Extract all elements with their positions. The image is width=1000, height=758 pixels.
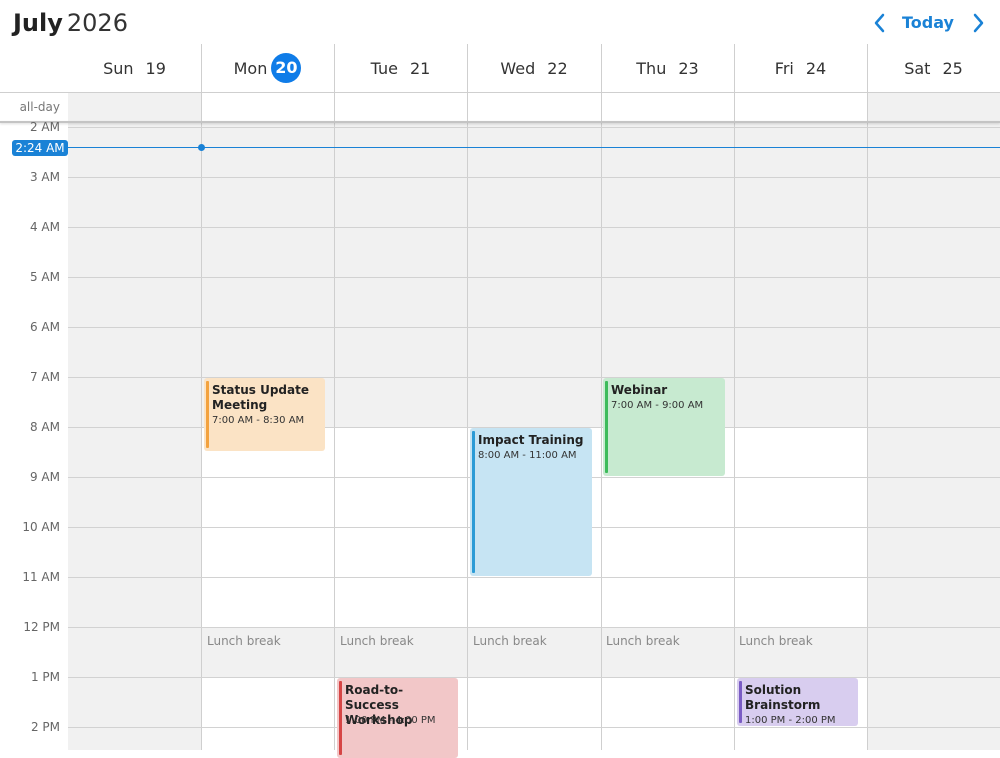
day-header-mon[interactable]: Mon 20 bbox=[201, 44, 334, 92]
chevron-right-icon[interactable] bbox=[968, 10, 988, 36]
all-day-label: all-day bbox=[19, 100, 60, 114]
event-color-bar bbox=[605, 381, 608, 473]
lunch-break-label: Lunch break bbox=[473, 634, 547, 648]
day-header-wed[interactable]: Wed 22 bbox=[467, 44, 601, 92]
hour-line bbox=[68, 627, 1000, 628]
hour-line bbox=[68, 177, 1000, 178]
day-name: Sun bbox=[103, 58, 134, 78]
day-name: Wed bbox=[500, 58, 536, 78]
all-day-cell-sat[interactable] bbox=[867, 93, 1000, 121]
event-time: 1:00 PM - 4:00 PM bbox=[345, 715, 436, 726]
day-header-thu[interactable]: Thu 23 bbox=[601, 44, 734, 92]
day-number: 19 bbox=[145, 58, 166, 78]
event-color-bar bbox=[739, 681, 742, 723]
event-road-to-success-workshop[interactable]: Road-to-Success Workshop 1:00 PM - 4:00 … bbox=[337, 678, 458, 758]
chevron-left-icon[interactable] bbox=[870, 10, 890, 36]
event-time: 7:00 AM - 8:30 AM bbox=[212, 415, 305, 426]
event-time: 7:00 AM - 9:00 AM bbox=[611, 400, 704, 411]
current-time-badge: 2:24 AM bbox=[12, 140, 68, 156]
time-label: 11 AM bbox=[22, 570, 60, 584]
hour-line bbox=[68, 577, 1000, 578]
day-number: 21 bbox=[409, 58, 431, 78]
event-color-bar bbox=[206, 381, 209, 448]
today-button[interactable]: Today bbox=[900, 12, 956, 34]
time-label: 2 PM bbox=[30, 720, 60, 734]
day-name: Tue bbox=[370, 58, 398, 78]
time-label: 7 AM bbox=[29, 370, 60, 384]
event-color-bar bbox=[339, 681, 342, 755]
column-divider bbox=[867, 44, 868, 750]
event-title: Webinar bbox=[611, 383, 668, 397]
day-number: 22 bbox=[547, 58, 568, 78]
day-header-fri[interactable]: Fri 24 bbox=[734, 44, 867, 92]
day-name: Thu bbox=[636, 58, 667, 78]
hour-line bbox=[68, 227, 1000, 228]
time-label: 8 AM bbox=[29, 420, 60, 434]
day-header-sun[interactable]: Sun 19 bbox=[68, 44, 201, 92]
day-name: Sat bbox=[904, 58, 931, 78]
lunch-break-label: Lunch break bbox=[606, 634, 680, 648]
day-number: 23 bbox=[678, 58, 699, 78]
event-title: Impact Training bbox=[478, 433, 584, 447]
all-day-cells-weekdays[interactable] bbox=[201, 93, 867, 121]
current-time-line bbox=[68, 147, 1000, 148]
event-time: 8:00 AM - 11:00 AM bbox=[478, 450, 577, 461]
day-name: Fri bbox=[774, 58, 794, 78]
time-label: 3 AM bbox=[29, 170, 60, 184]
time-label: 9 AM bbox=[29, 470, 60, 484]
day-name: Mon bbox=[233, 58, 268, 78]
time-label: 10 AM bbox=[22, 520, 60, 534]
event-webinar[interactable]: Webinar 7:00 AM - 9:00 AM bbox=[603, 378, 725, 476]
day-header-sat[interactable]: Sat 25 bbox=[867, 44, 1000, 92]
event-status-update-meeting[interactable]: Status Update Meeting 7:00 AM - 8:30 AM bbox=[204, 378, 325, 451]
all-day-divider bbox=[0, 121, 1000, 123]
time-label: 4 AM bbox=[29, 220, 60, 234]
time-label: 1 PM bbox=[30, 670, 60, 684]
column-divider bbox=[334, 44, 335, 750]
time-label: 2 AM bbox=[29, 120, 60, 134]
day-number: 24 bbox=[805, 58, 827, 78]
column-divider bbox=[601, 44, 602, 750]
month-label: July bbox=[13, 9, 63, 37]
column-divider bbox=[467, 44, 468, 750]
year-label: 2026 bbox=[66, 9, 128, 37]
day-column-sun[interactable] bbox=[68, 123, 201, 750]
lunch-break-label: Lunch break bbox=[340, 634, 414, 648]
lunch-break-label: Lunch break bbox=[739, 634, 813, 648]
lunch-break-label: Lunch break bbox=[207, 634, 281, 648]
month-year-title: July 2026 bbox=[13, 8, 128, 38]
hour-line bbox=[68, 727, 1000, 728]
current-time-dot bbox=[198, 144, 205, 151]
day-column-sat[interactable] bbox=[867, 123, 1000, 750]
time-label: 6 AM bbox=[29, 320, 60, 334]
event-solution-brainstorm[interactable]: Solution Brainstorm 1:00 PM - 2:00 PM bbox=[737, 678, 858, 726]
event-time: 1:00 PM - 2:00 PM bbox=[745, 715, 836, 726]
event-title: Status Update Meeting bbox=[212, 383, 309, 412]
time-label: 12 PM bbox=[23, 620, 60, 634]
time-label: 5 AM bbox=[29, 270, 60, 284]
today-day-number: 20 bbox=[271, 53, 302, 83]
event-impact-training[interactable]: Impact Training 8:00 AM - 11:00 AM bbox=[470, 428, 592, 576]
event-color-bar bbox=[472, 431, 475, 573]
all-day-cell-sun[interactable] bbox=[68, 93, 201, 121]
hour-line bbox=[68, 677, 1000, 678]
column-divider bbox=[734, 44, 735, 750]
hour-line bbox=[68, 127, 1000, 128]
hour-line bbox=[68, 327, 1000, 328]
hour-line bbox=[68, 277, 1000, 278]
event-title: Solution Brainstorm bbox=[745, 683, 821, 712]
day-header-tue[interactable]: Tue 21 bbox=[334, 44, 467, 92]
day-number: 25 bbox=[942, 58, 963, 78]
